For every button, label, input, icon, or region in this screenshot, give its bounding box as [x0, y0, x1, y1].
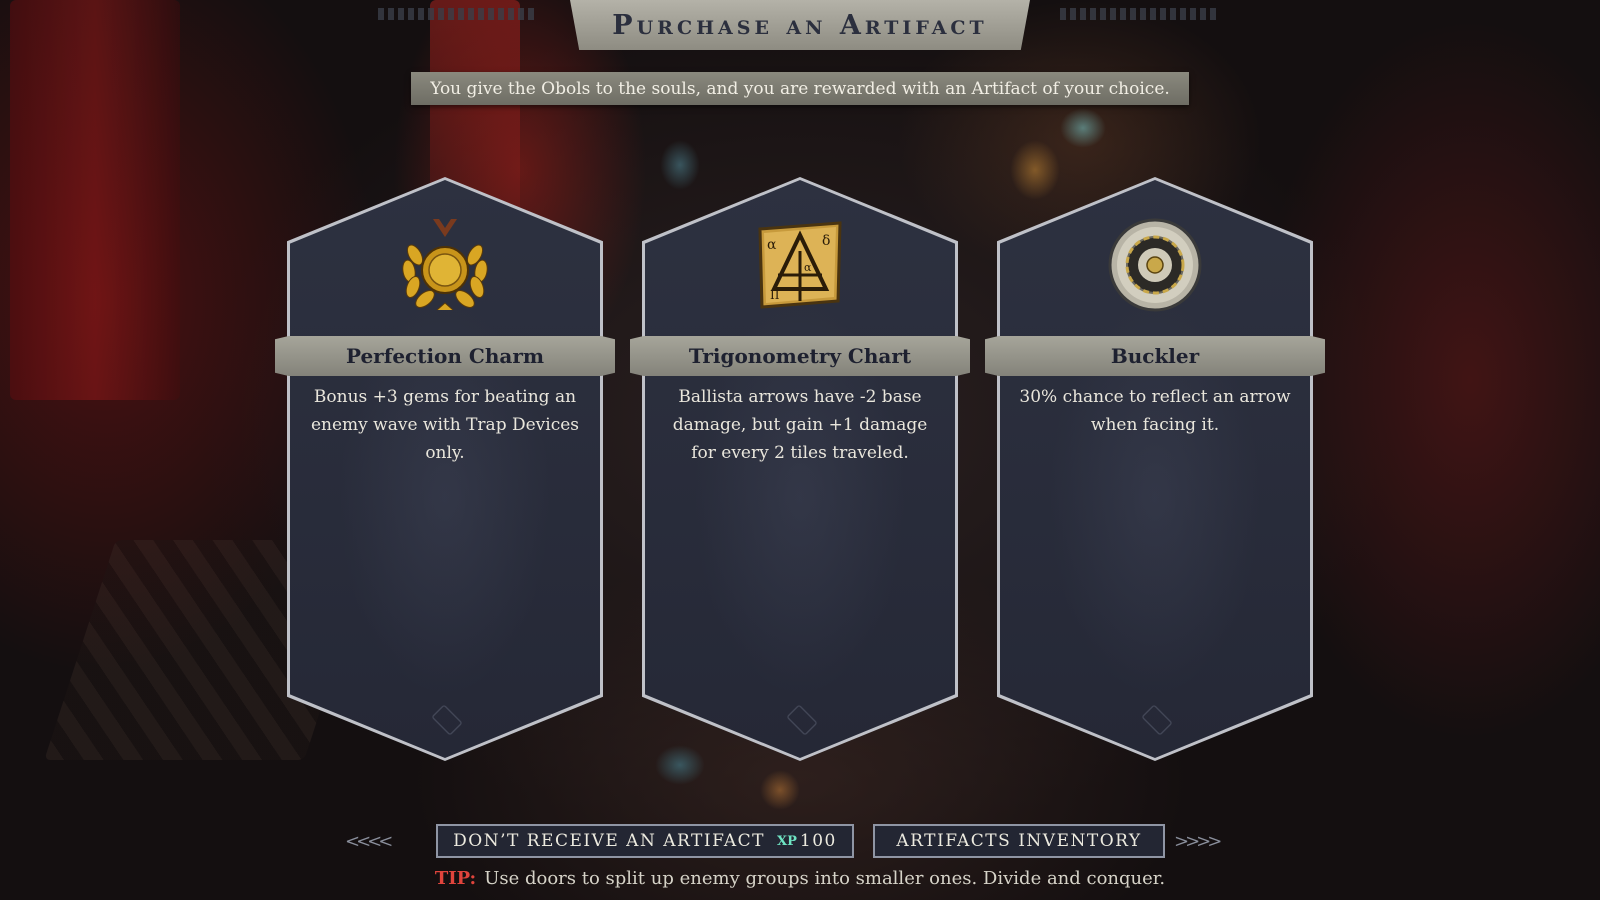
svg-text:II: II	[770, 288, 780, 302]
background-red-pillar	[10, 0, 180, 400]
artifacts-inventory-button[interactable]: ARTIFACTS INVENTORY	[873, 824, 1165, 858]
title-banner: Purchase an Artifact	[570, 0, 1030, 50]
xp-icon: XP	[777, 833, 797, 849]
artifact-card-buckler[interactable]: Buckler 30% chance to reflect an arrow w…	[985, 177, 1325, 761]
card-description: Bonus +3 gems for beating an enemy wave …	[310, 387, 580, 463]
laurel-medal-icon	[402, 219, 488, 311]
title-ornament-right	[1060, 8, 1220, 20]
background-orange-floor-light	[760, 770, 800, 810]
card-name-ribbon: Trigonometry Chart	[630, 336, 970, 376]
decline-xp-value: 100	[799, 831, 837, 851]
artifact-card-trigonometry-chart[interactable]: α δ α II Trigonometry Chart Ballista arr…	[630, 177, 970, 761]
page-title: Purchase an Artifact	[612, 9, 988, 41]
card-name-ribbon: Perfection Charm	[275, 336, 615, 376]
chevron-ornament-right: >>>>	[1174, 831, 1222, 852]
background-teal-light	[1060, 108, 1106, 148]
parchment-chart-icon: α δ α II	[758, 221, 842, 309]
card-name: Buckler	[1110, 344, 1200, 368]
svg-text:α: α	[767, 237, 777, 253]
tip-line: TIP: Use doors to split up enemy groups i…	[0, 868, 1600, 889]
inventory-button-label: ARTIFACTS INVENTORY	[896, 831, 1142, 851]
svg-text:δ: δ	[822, 233, 830, 249]
decline-artifact-button[interactable]: DON’T RECEIVE AN ARTIFACT XP 100	[436, 824, 854, 858]
card-name-ribbon: Buckler	[985, 336, 1325, 376]
round-shield-icon	[1108, 218, 1202, 312]
tip-label: TIP:	[434, 868, 477, 889]
card-description: Ballista arrows have -2 base damage, but…	[672, 387, 928, 463]
tip-text: Use doors to split up enemy groups into …	[484, 868, 1166, 889]
card-description: 30% chance to reflect an arrow when faci…	[1019, 387, 1291, 435]
title-ornament-left	[378, 8, 538, 20]
card-name: Perfection Charm	[345, 344, 545, 368]
card-name: Trigonometry Chart	[688, 344, 912, 368]
subtitle-banner: You give the Obols to the souls, and you…	[411, 72, 1189, 105]
artifact-card-perfection-charm[interactable]: Perfection Charm Bonus +3 gems for beati…	[275, 177, 615, 761]
chevron-ornament-left: <<<<	[345, 831, 393, 852]
decline-button-label: DON’T RECEIVE AN ARTIFACT	[453, 831, 766, 851]
page-subtitle: You give the Obols to the souls, and you…	[430, 78, 1170, 99]
svg-text:α: α	[804, 261, 812, 274]
